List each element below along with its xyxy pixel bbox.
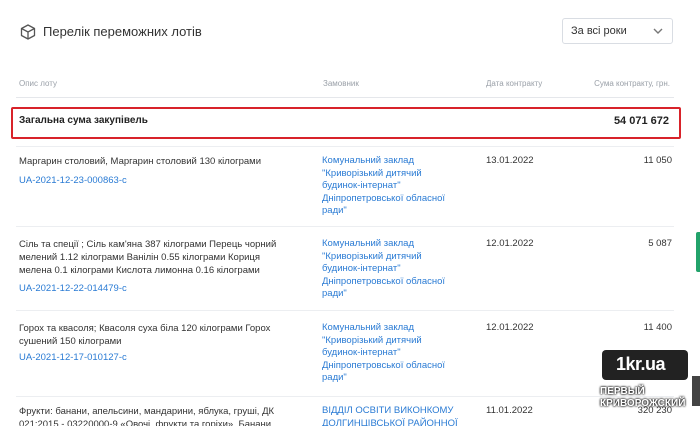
customer-line: Дніпропетровської обласної (322, 192, 446, 204)
column-header-lot: Опис лоту (19, 79, 58, 88)
year-filter-value: За всі роки (571, 25, 627, 37)
lot-description-line: Горох та квасоля; Квасоля суха біла 120 … (19, 323, 271, 334)
customer-line: ради" (322, 288, 347, 299)
total-value: 54 071 672 (613, 115, 669, 127)
row-divider (16, 226, 674, 227)
customer-line: будинок-інтернат" (322, 347, 401, 358)
lot-id-link[interactable]: UA-2021-12-22-014479-c (19, 283, 127, 294)
panel-header: Перелік переможних лотів За всі роки (0, 0, 700, 62)
side-tab-indicator (696, 232, 700, 272)
contract-date: 13.01.2022 (486, 155, 534, 166)
chevron-down-icon (653, 28, 663, 34)
contract-date: 12.01.2022 (486, 322, 534, 333)
customer-link[interactable]: Комунальний заклад "Криворізький дитячий… (322, 155, 462, 218)
contract-sum: 11 050 (643, 155, 672, 166)
lot-description-line: сушений 150 кілограми (19, 336, 122, 347)
customer-line: Комунальний заклад (322, 322, 414, 333)
header-divider (16, 97, 674, 98)
column-header-date: Дата контракту (486, 79, 543, 88)
total-row: Загальна сума закупівель 54 071 672 (11, 107, 681, 139)
customer-line: "Криворізький дитячий (322, 167, 422, 179)
column-header-sum: Сума контракту, грн. (594, 79, 670, 88)
customer-line: ради" (322, 205, 347, 216)
page-title: Перелік переможних лотів (43, 24, 202, 39)
contract-sum: 11 400 (643, 322, 672, 333)
customer-line: "Криворізький дитячий (322, 250, 422, 262)
year-filter-select[interactable]: За всі роки (562, 18, 673, 44)
lot-description: Сіль та спеції ; Сіль кам'яна 387 кілогр… (19, 238, 289, 277)
lot-description-line: Фрукти: банани, апельсини, мандарини, яб… (19, 406, 275, 417)
lot-id-link[interactable]: UA-2021-12-17-010127-c (19, 352, 127, 363)
customer-line: будинок-інтернат" (322, 180, 401, 191)
customer-line: Комунальний заклад (322, 155, 414, 166)
contract-date: 11.01.2022 (486, 405, 533, 416)
customer-line: ВІДДІЛ ОСВІТИ ВИКОНКОМУ (322, 405, 454, 416)
column-header-customer: Замовник (323, 79, 359, 88)
customer-line: "Криворізький дитячий (322, 334, 422, 346)
customer-line: Комунальний заклад (322, 238, 414, 249)
contract-sum: 5 087 (648, 238, 672, 249)
lot-description-line: мелена 0.1 кілограми Кислота лимонна 0.1… (19, 265, 260, 276)
logo-line2: КРИВОРОЖСКИЙ (600, 398, 686, 409)
lot-description-line: мелений 1.12 кілограми Ванілін 0.55 кіло… (19, 252, 261, 263)
logo-brand: 1kr.ua (616, 354, 666, 374)
site-watermark-logo: 1kr.ua ПЕРВЫЙ КРИВОРОЖСКИЙ (596, 350, 696, 420)
lot-description-line: 021:2015 - 03220000-9 «Овочі, фрукти та … (19, 419, 272, 426)
row-divider (16, 146, 674, 147)
box-icon (20, 24, 36, 40)
customer-line: ради" (322, 372, 347, 383)
lot-id-link[interactable]: UA-2021-12-23-000863-c (19, 175, 127, 186)
logo-line1: ПЕРВЫЙ (600, 386, 645, 397)
lot-description: Горох та квасоля; Квасоля суха біла 120 … (19, 322, 289, 348)
customer-link[interactable]: Комунальний заклад "Криворізький дитячий… (322, 238, 462, 301)
lot-description: Маргарин столовий, Маргарин столовий 130… (19, 156, 262, 167)
lot-description-line: Сіль та спеції ; Сіль кам'яна 387 кілогр… (19, 239, 277, 250)
customer-link[interactable]: Комунальний заклад "Криворізький дитячий… (322, 322, 462, 385)
winning-lots-panel: Перелік переможних лотів За всі роки Опи… (0, 0, 700, 426)
customer-line: будинок-інтернат" (322, 263, 401, 274)
customer-line: Дніпропетровської обласної (322, 275, 446, 287)
total-label: Загальна сума закупівель (19, 115, 148, 126)
lot-description: Фрукти: банани, апельсини, мандарини, яб… (19, 405, 289, 426)
customer-line: Дніпропетровської обласної (322, 359, 446, 371)
customer-line: ДОЛГИНЦІВСЬКОЇ РАЙОННОЇ В (322, 417, 458, 426)
customer-link[interactable]: ВІДДІЛ ОСВІТИ ВИКОНКОМУ ДОЛГИНЦІВСЬКОЇ Р… (322, 405, 462, 426)
row-divider (16, 310, 674, 311)
contract-date: 12.01.2022 (486, 238, 534, 249)
logo-badge: 1kr.ua (602, 350, 688, 380)
row-divider (16, 396, 674, 397)
